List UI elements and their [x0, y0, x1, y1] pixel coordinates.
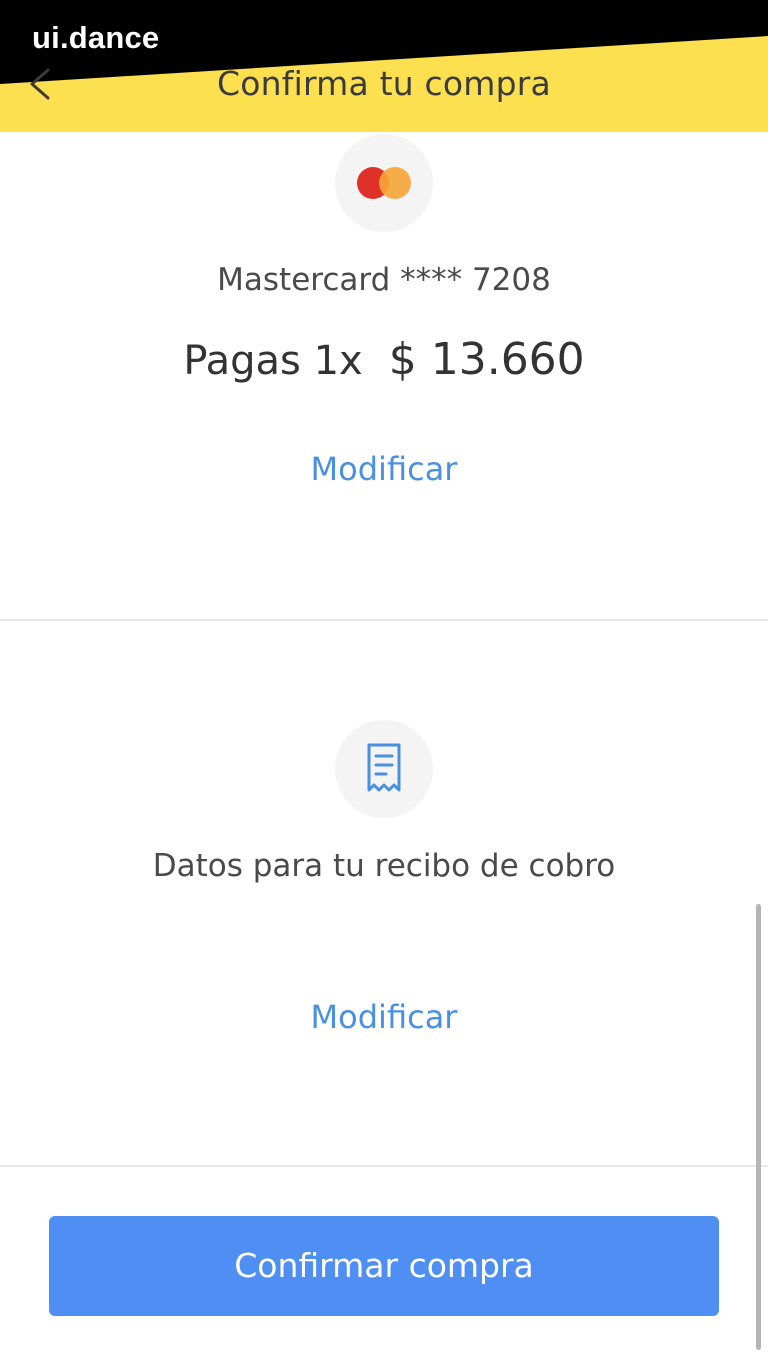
- scrollbar[interactable]: [756, 904, 761, 1350]
- checkout-confirmation-screen: ui.dance Confirma tu compra Mastercard *…: [0, 0, 768, 1366]
- section-divider: [0, 1165, 768, 1167]
- receipt-label: Datos para tu recibo de cobro: [152, 848, 616, 884]
- receipt-icon: [367, 743, 401, 792]
- modify-receipt-link[interactable]: Modificar: [311, 998, 458, 1036]
- modify-receipt-row: Modificar: [0, 998, 768, 1036]
- receipt-section: Datos para tu recibo de cobro Modificar: [0, 0, 768, 1166]
- confirm-purchase-button[interactable]: Confirmar compra: [49, 1216, 719, 1316]
- receipt-icon-circle: [335, 720, 433, 818]
